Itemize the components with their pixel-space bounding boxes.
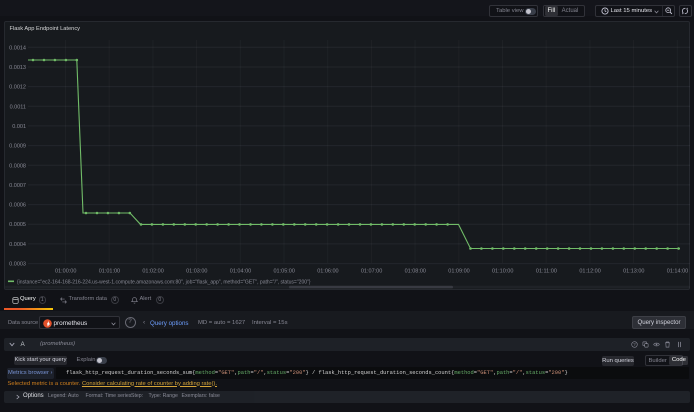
svg-text:0.0011: 0.0011	[10, 104, 26, 110]
svg-text:{instance="ec2-164-168-216-224: {instance="ec2-164-168-216-224.us-west-1…	[17, 280, 311, 286]
svg-text:01:01:00: 01:01:00	[99, 269, 120, 275]
svg-text:0.0012: 0.0012	[9, 85, 26, 91]
svg-text:01:05:00: 01:05:00	[273, 269, 294, 275]
svg-text:01:08:00: 01:08:00	[405, 269, 426, 275]
svg-text:?: ?	[633, 342, 636, 347]
svg-text:01:10:00: 01:10:00	[492, 269, 513, 275]
svg-text:01:13:00: 01:13:00	[623, 269, 644, 275]
svg-text:01:14:00: 01:14:00	[667, 269, 688, 275]
svg-text:01:04:00: 01:04:00	[230, 269, 251, 275]
svg-text:01:02:00: 01:02:00	[142, 269, 163, 275]
svg-text:0.0009: 0.0009	[9, 144, 26, 150]
svg-text:01:07:00: 01:07:00	[361, 269, 382, 275]
svg-text:0.0006: 0.0006	[9, 203, 26, 209]
svg-text:0.001: 0.001	[12, 124, 26, 130]
svg-text:0.0014: 0.0014	[9, 45, 26, 51]
svg-text:0.0005: 0.0005	[9, 222, 26, 228]
svg-text:01:06:00: 01:06:00	[317, 269, 338, 275]
svg-text:0.0004: 0.0004	[9, 242, 26, 248]
svg-text:0.0007: 0.0007	[9, 183, 26, 189]
svg-text:0.0003: 0.0003	[9, 262, 26, 268]
svg-text:01:12:00: 01:12:00	[579, 269, 600, 275]
svg-text:0.0008: 0.0008	[9, 163, 26, 169]
svg-text:01:09:00: 01:09:00	[448, 269, 469, 275]
svg-text:01:00:00: 01:00:00	[55, 269, 76, 275]
svg-text:0.0013: 0.0013	[9, 65, 26, 71]
svg-text:01:11:00: 01:11:00	[536, 269, 557, 275]
svg-text:01:03:00: 01:03:00	[186, 269, 207, 275]
